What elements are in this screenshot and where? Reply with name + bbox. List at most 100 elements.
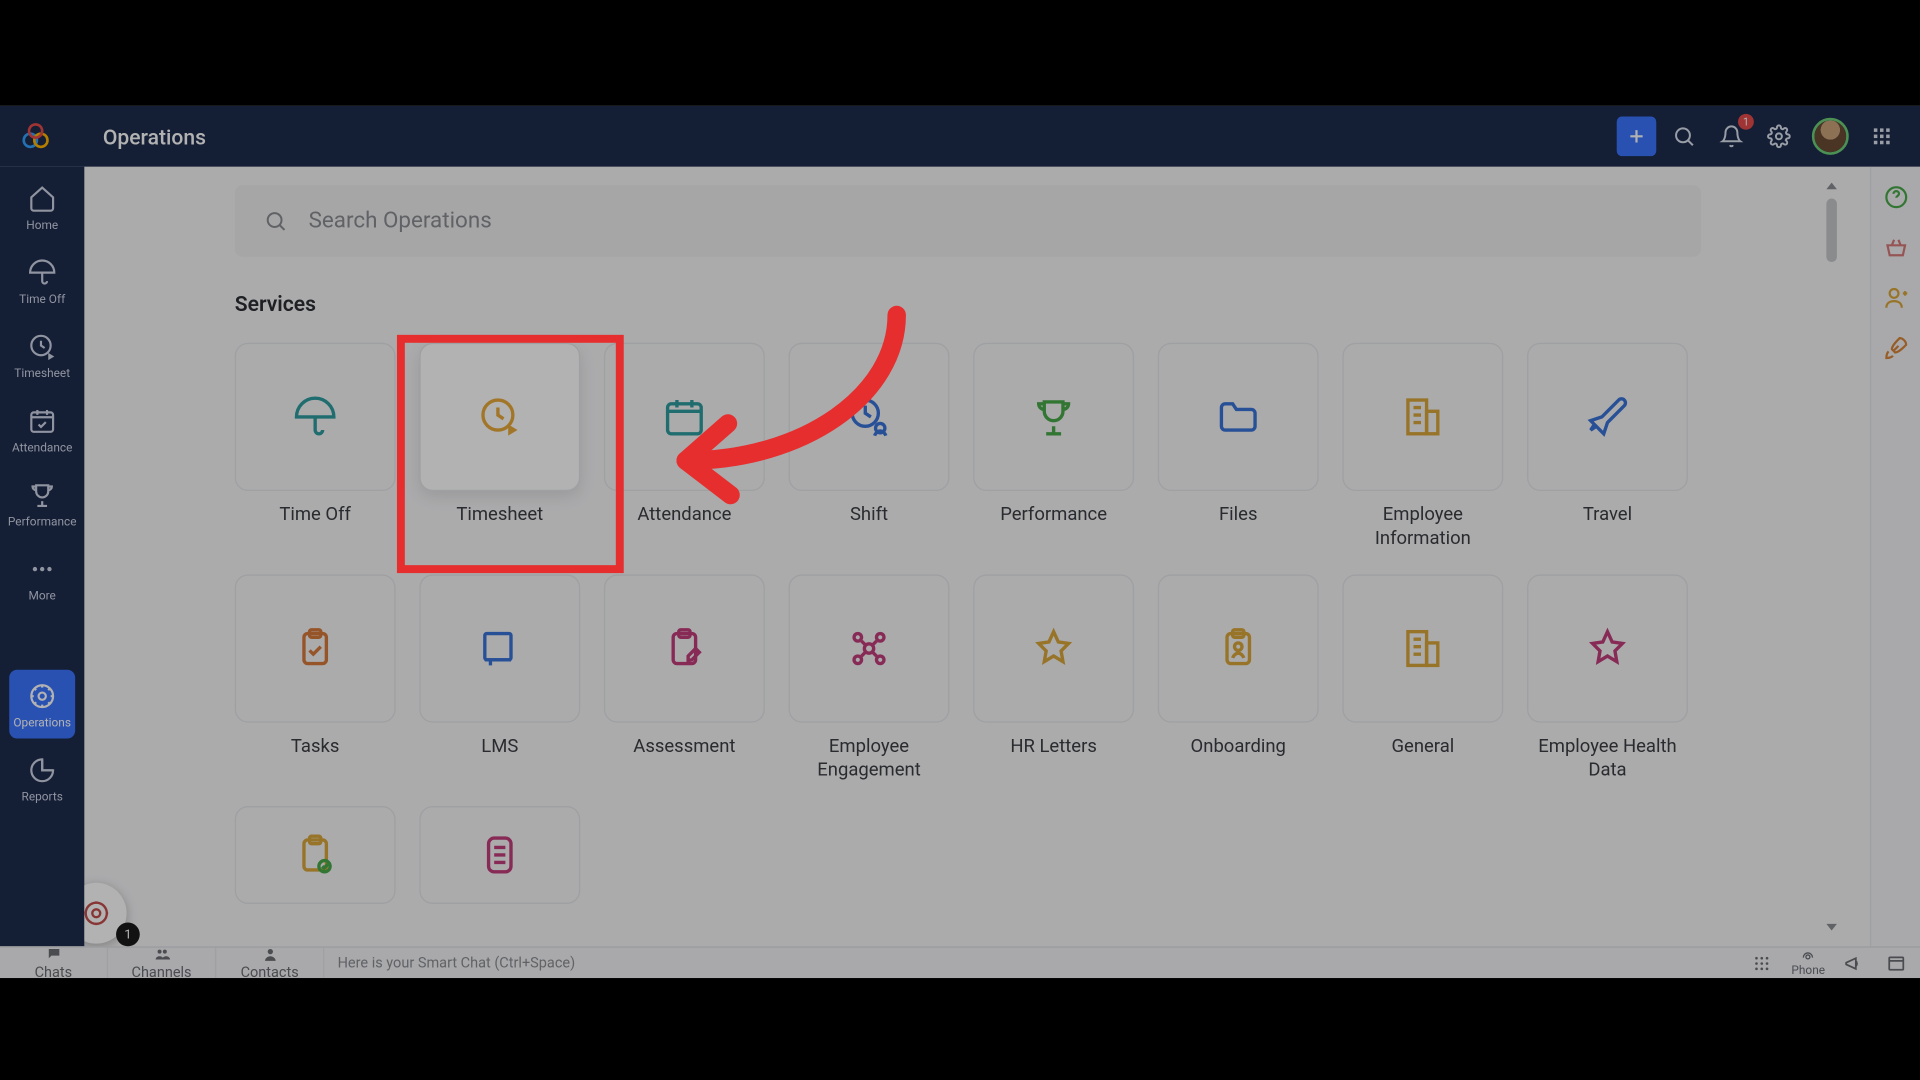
tile-performance[interactable]: Performance (973, 343, 1134, 551)
tile-label: Time Off (279, 504, 351, 527)
tile-timesheet[interactable]: Timesheet (419, 343, 580, 551)
users-icon (152, 946, 170, 962)
trophy-icon (1031, 394, 1076, 439)
network-icon (847, 626, 892, 671)
tile-employee-info[interactable]: Employee Information (1342, 343, 1503, 551)
sidebar-item-home[interactable]: Home (9, 172, 75, 241)
tile-label: Tasks (291, 736, 339, 759)
id-card-icon (1216, 626, 1261, 671)
tile-general[interactable]: General (1342, 574, 1503, 782)
help-icon[interactable] (1881, 183, 1910, 212)
bottom-tab-channels[interactable]: Channels (108, 948, 216, 978)
sidebar-item-more[interactable]: More (9, 543, 75, 612)
sidebar-item-label: More (29, 590, 56, 603)
tile-files[interactable]: Files (1158, 343, 1319, 551)
tile-label: Onboarding (1191, 736, 1286, 759)
tile-label: Timesheet (456, 504, 543, 527)
tile-tasks[interactable]: Tasks (235, 574, 396, 782)
clipboard-edit-icon (662, 626, 707, 671)
sidebar-item-label: Operations (13, 717, 71, 730)
notifications-button[interactable]: 1 (1712, 116, 1752, 156)
tile-label: Performance (1000, 504, 1107, 527)
tile-label: Employee Engagement (789, 736, 950, 782)
smart-chat-placeholder: Here is your Smart Chat (Ctrl+Space) (338, 954, 576, 971)
building-icon (1400, 394, 1445, 439)
app-shell: Operations 1 H (0, 106, 1920, 978)
bottom-tab-contacts[interactable]: Contacts (216, 948, 324, 978)
bottombar: Chats Channels Contacts Here is your Sma… (0, 946, 1920, 978)
basket-icon[interactable] (1881, 233, 1910, 262)
sidebar-item-attendance[interactable]: Attendance (9, 394, 75, 463)
calendar-check-icon (662, 394, 707, 439)
book-icon (477, 626, 522, 671)
user-plus-icon[interactable] (1881, 283, 1910, 312)
tile-onboarding[interactable]: Onboarding (1158, 574, 1319, 782)
tile-label: Employee Health Data (1527, 736, 1688, 782)
settings-button[interactable] (1759, 116, 1799, 156)
star-icon (1031, 626, 1076, 671)
document-icon (477, 832, 522, 877)
scroll-up-icon (1825, 180, 1838, 193)
sidebar-item-performance[interactable]: Performance (9, 469, 75, 538)
tile-label: HR Letters (1010, 736, 1097, 759)
tile-lms[interactable]: LMS (419, 574, 580, 782)
tile-label: General (1391, 736, 1454, 759)
tile-travel[interactable]: Travel (1527, 343, 1688, 551)
apps-grid-button[interactable] (1862, 116, 1902, 156)
sidebar-item-label: Timesheet (14, 368, 70, 381)
rocket-icon[interactable] (1881, 334, 1910, 363)
add-button[interactable] (1617, 116, 1657, 156)
sidebar-item-label: Performance (8, 516, 77, 529)
sidebar-item-timesheet[interactable]: Timesheet (9, 320, 75, 389)
umbrella-icon (293, 394, 338, 439)
sidebar-item-label: Home (26, 220, 58, 233)
tile-label: Files (1219, 504, 1258, 527)
topbar: Operations 1 (0, 106, 1920, 167)
avatar[interactable] (1812, 118, 1849, 155)
trophy-icon (26, 479, 58, 511)
tile-label: Employee Information (1342, 504, 1503, 550)
tile-assessment[interactable]: Assessment (604, 574, 765, 782)
notification-badge: 1 (1738, 114, 1754, 130)
body-row: Home Time Off Timesheet Attendance Perfo… (0, 167, 1920, 947)
tile-attendance[interactable]: Attendance (604, 343, 765, 551)
gear-alt-icon (26, 680, 58, 712)
scroll-down-icon (1825, 920, 1838, 933)
tile-shift[interactable]: Shift (789, 343, 950, 551)
smart-chat-input[interactable]: Here is your Smart Chat (Ctrl+Space) (324, 948, 1738, 978)
search-input[interactable]: Search Operations (235, 185, 1701, 256)
tile-extra-2[interactable] (419, 806, 580, 904)
search-icon (264, 209, 288, 233)
folder-icon (1216, 394, 1261, 439)
tile-engagement[interactable]: Employee Engagement (789, 574, 950, 782)
scrollbar-thumb[interactable] (1826, 199, 1837, 263)
clock-user-icon (847, 394, 892, 439)
tile-label: Attendance (637, 504, 731, 527)
bottom-tab-chats[interactable]: Chats (0, 948, 108, 978)
right-rail (1870, 167, 1920, 947)
umbrella-icon (26, 257, 58, 289)
sidebar: Home Time Off Timesheet Attendance Perfo… (0, 167, 84, 947)
building-icon (1400, 626, 1445, 671)
search-button[interactable] (1664, 116, 1704, 156)
scrollbar[interactable] (1822, 180, 1840, 933)
window-icon[interactable] (1883, 950, 1909, 976)
tile-extra-1[interactable] (235, 806, 396, 904)
phone-button[interactable]: Phone (1791, 948, 1825, 977)
search-placeholder: Search Operations (309, 208, 492, 234)
services-grid: Time Off Timesheet Attendance Shift (235, 343, 1701, 904)
sidebar-item-label: Time Off (19, 294, 65, 307)
megaphone-icon[interactable] (1841, 950, 1867, 976)
chat-icon (44, 946, 62, 962)
section-title: Services (235, 291, 1701, 316)
app-logo-icon[interactable] (18, 119, 52, 153)
tile-timeoff[interactable]: Time Off (235, 343, 396, 551)
sidebar-item-timeoff[interactable]: Time Off (9, 246, 75, 315)
tile-label: Shift (850, 504, 888, 527)
tile-hr-letters[interactable]: HR Letters (973, 574, 1134, 782)
tile-health[interactable]: Employee Health Data (1527, 574, 1688, 782)
sidebar-item-operations[interactable]: Operations (9, 670, 75, 739)
dialpad-icon[interactable] (1749, 950, 1775, 976)
sidebar-item-reports[interactable]: Reports (9, 744, 75, 813)
phone-label: Phone (1791, 964, 1825, 977)
